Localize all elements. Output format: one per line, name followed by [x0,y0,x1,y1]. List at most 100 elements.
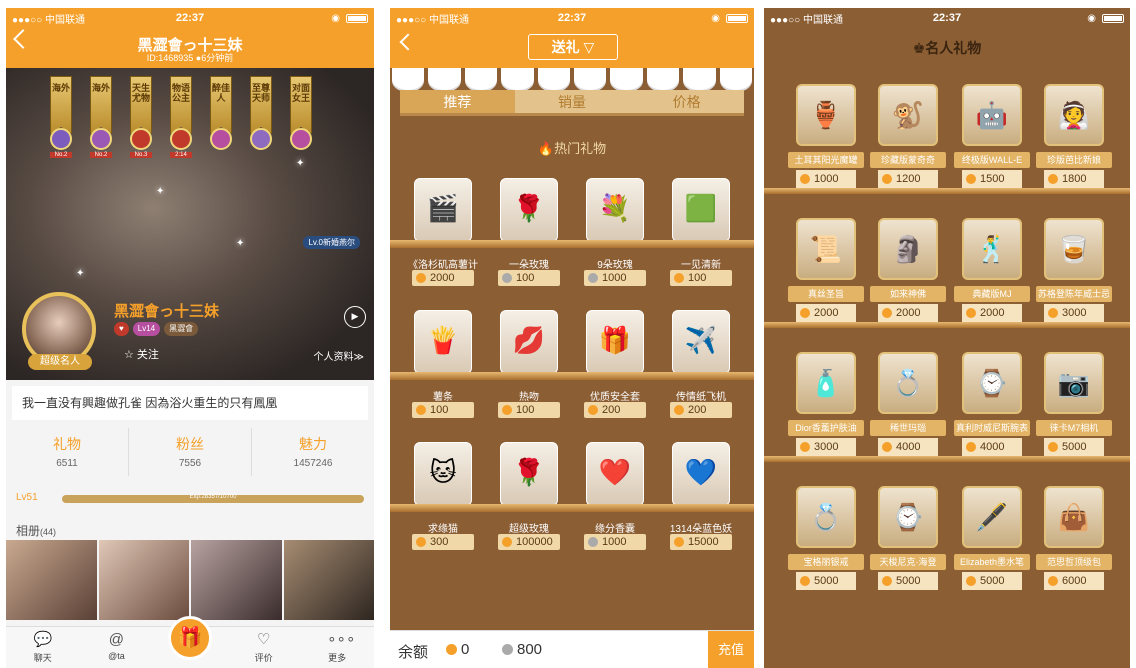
gift-name: 典藏版MJ [954,286,1030,302]
tab-at[interactable]: @ @ta [80,627,154,668]
gift-item[interactable]: 💐 9朵玫瑰 1000 [580,178,650,288]
gift-image: 🎬 [414,178,472,242]
gift-icon: 🎁 [177,627,203,649]
gift-icon: 🟩 [684,193,718,223]
celebrity-gift-item[interactable]: ⌚ 真利时威尼斯腕表 4000 [952,352,1032,462]
back-icon[interactable] [399,33,417,51]
gift-price: 1800 [1044,170,1104,188]
stat-gifts[interactable]: 礼物 6511 [6,428,129,476]
gift-price-value: 4000 [980,441,1005,453]
play-icon[interactable]: ▶ [344,306,366,328]
gift-item[interactable]: 🎬《洛杉矶高薯计划》2000 [408,178,478,288]
gift-name: 薯条 [433,392,453,403]
gift-image: ⌚ [878,486,938,548]
gift-item[interactable]: 🌹 一朵玫瑰 100 [494,178,564,288]
coin-icon [800,308,810,318]
signature: 我一直没有興趣做孔雀 因為浴火重生的只有鳳凰 [12,386,368,420]
celebrity-gift-item[interactable]: 🗿 如来神佛 2000 [868,218,948,328]
gift-name: 传情纸飞机 [676,392,726,403]
album-photo[interactable] [98,540,189,620]
tab-review[interactable]: ♡ 评价 [227,627,301,668]
celebrity-gift-item[interactable]: 💍 宝格丽银戒 5000 [786,486,866,596]
gift-image: 🗿 [878,218,938,280]
gift-item[interactable]: 🎁 优质安全套 200 [580,310,650,420]
celebrity-gift-item[interactable]: 🥃 苏格登陈年威士忌 3000 [1034,218,1114,328]
gift-name: 热吻 [519,392,539,403]
coin-icon [966,174,976,184]
celebrity-gift-item[interactable]: 🧴 Dior香薰护肤油 3000 [786,352,866,462]
gift-name: 求缘猫 [428,524,458,535]
user-name: 黑澀會っ十三妹 [114,303,220,320]
gift-icon: 📷 [1057,368,1091,398]
gift-icon: 💍 [809,502,843,532]
celebrity-gift-item[interactable]: ⌚ 天梭尼克·海登 5000 [868,486,948,596]
tab-price[interactable]: 价格 [629,90,744,113]
celebrity-gift-item[interactable]: 🖋️ Elizabeth墨水笔 5000 [952,486,1032,596]
album-photo[interactable] [191,540,282,620]
coin-icon [882,174,892,184]
coin-icon [966,576,976,586]
album-photo[interactable] [283,540,374,620]
gift-image: 🐒 [878,84,938,146]
celebrity-gift-item[interactable]: 📷 徕卡M7相机 5000 [1034,352,1114,462]
send-gift-dropdown[interactable]: 送礼 ▽ [528,34,618,60]
gift-item[interactable]: 🐱 求缘猫 300 [408,442,478,552]
gift-name: 一朵玫瑰 [509,260,549,271]
follow-button[interactable]: ☆ 关注 [124,346,159,362]
album-photos [6,540,374,620]
gift-item[interactable]: ✈️ 传情纸飞机 200 [666,310,736,420]
stat-charm[interactable]: 魅力 1457246 [252,428,374,476]
celebrity-gift-item[interactable]: 🕺 典藏版MJ 2000 [952,218,1032,328]
gift-item[interactable]: 🍟 薯条 100 [408,310,478,420]
stat-fans[interactable]: 粉丝 7556 [129,428,252,476]
gift-item[interactable]: 💋 热吻 100 [494,310,564,420]
clock: 22:37 [557,12,587,24]
gold-balance-value: 0 [461,641,470,658]
celebrity-gift-item[interactable]: 🤖 终极版WALL-E 1500 [952,84,1032,194]
celebrity-gift-item[interactable]: 🏺 土耳其阳光魔罐 1000 [786,84,866,194]
coin-icon [502,273,512,283]
tab-more[interactable]: ∘∘∘ 更多 [300,627,374,668]
title-banner: 海外 [90,76,112,134]
celebrity-gift-item[interactable]: 📜 真丝圣旨 2000 [786,218,866,328]
celebrity-gift-item[interactable]: 👰 珍版芭比新娘 1800 [1034,84,1114,194]
gift-image: 🍟 [414,310,472,374]
profile-info-link[interactable]: 个人资料≫ [314,348,364,363]
gift-item[interactable]: 💙1314朵蓝色妖姬15000 [666,442,736,552]
gift-icon: 🍟 [426,325,460,355]
gift-name: 宝格丽银戒 [788,554,864,570]
gift-price: 100 [670,270,732,286]
tab-chat[interactable]: 💬 聊天 [6,627,80,668]
gift-price-value: 2000 [896,307,921,319]
celebrity-gift-item[interactable]: 👜 范思哲顶级包 6000 [1034,486,1114,596]
title-banner: 至尊天师 [250,76,272,134]
shelf-board [390,372,754,380]
gift-item[interactable]: 🟩 一见清新 100 [666,178,736,288]
celebrity-gift-item[interactable]: 💍 稀世玛瑙 4000 [868,352,948,462]
gift-image: 🎁 [586,310,644,374]
recharge-button[interactable]: 充值 [708,631,754,668]
status-bar: ●●●○○ 中国联通 22:37 ◉ [390,8,754,28]
gift-price: 100 [498,270,560,286]
shelf-board [764,188,1130,194]
gift-name: 缘分香囊 [595,524,635,535]
coin-icon [800,576,810,586]
album-heading[interactable]: 相册(44) [16,522,56,539]
coin-icon [966,442,976,452]
gift-image: ⌚ [962,352,1022,414]
celebrity-gift-item[interactable]: 🐒 珍藏版蒙奇奇 1200 [868,84,948,194]
shelf-board [390,504,754,512]
gift-button[interactable]: 🎁 [168,616,212,660]
gift-name: 苏格登陈年威士忌 [1036,286,1112,302]
medal-rank: 2:14 [170,152,192,158]
coin-icon [674,537,684,547]
tab-sales[interactable]: 销量 [515,90,630,113]
tab-recommend[interactable]: 推荐 [400,90,515,113]
coin-icon [588,537,598,547]
album-photo[interactable] [6,540,97,620]
gift-price: 100 [412,402,474,418]
gift-item[interactable]: ❤️ 缘分香囊 1000 [580,442,650,552]
gift-item[interactable]: 🌹 超级玫瑰 100000 [494,442,564,552]
stat-label: 魅力 [299,436,327,452]
shelf-board [764,456,1130,462]
